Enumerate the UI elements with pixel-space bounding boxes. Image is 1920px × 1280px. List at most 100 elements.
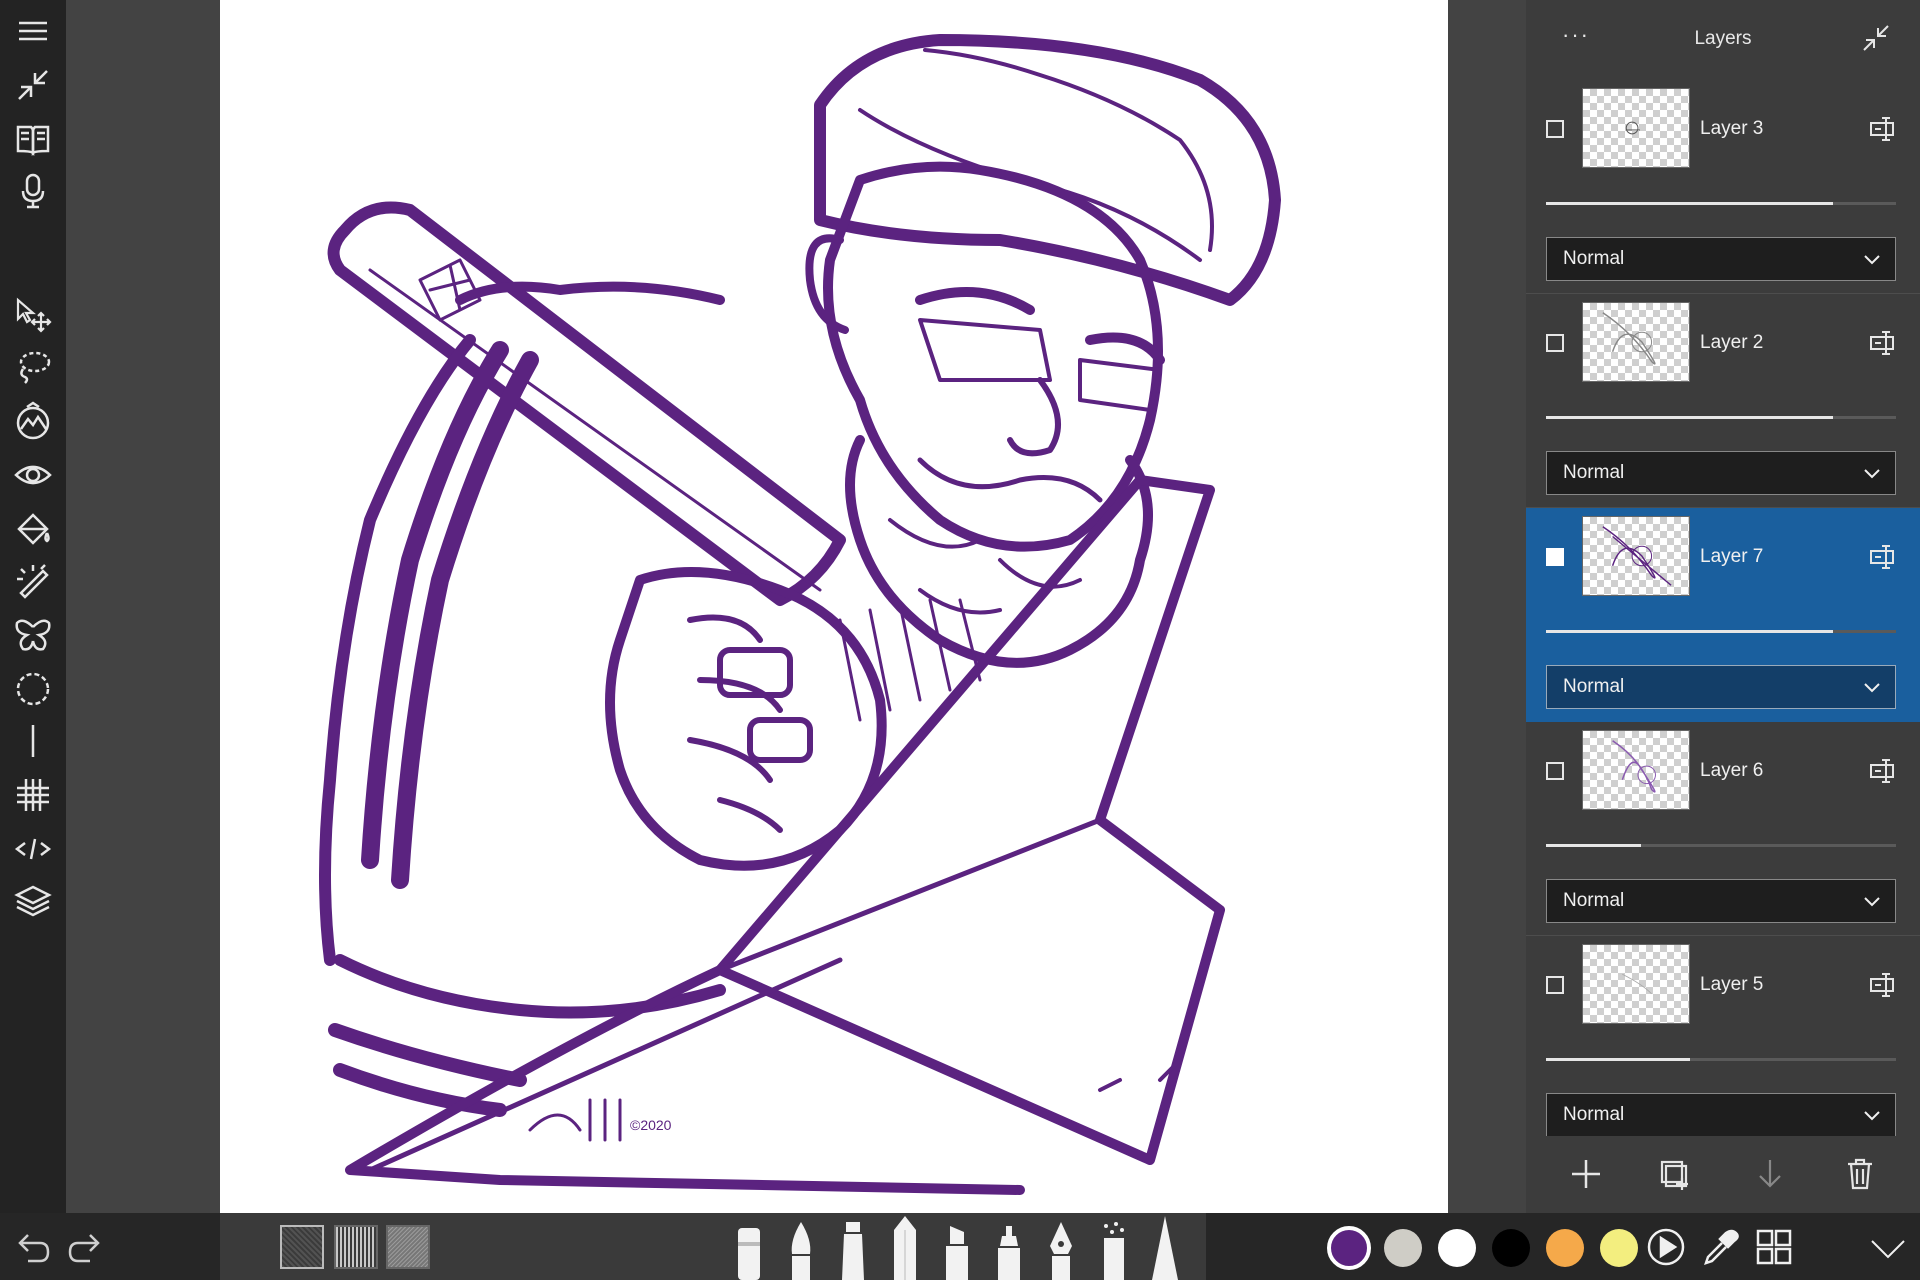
layer-name: Layer 3 <box>1700 118 1764 139</box>
texture-paper-3[interactable] <box>386 1225 430 1269</box>
delete-layer-icon[interactable] <box>1842 1156 1878 1192</box>
round-brush[interactable] <box>782 1220 820 1280</box>
adjustments-icon[interactable] <box>10 398 56 444</box>
texture-paper-2[interactable] <box>334 1225 378 1269</box>
duplicate-layer-icon[interactable] <box>1656 1156 1692 1192</box>
selection-icon[interactable] <box>10 666 56 712</box>
layers-header: ··· Layers <box>1526 0 1920 80</box>
chevron-down-icon <box>1864 897 1880 907</box>
blend-mode-value: Normal <box>1563 248 1625 269</box>
drawing-canvas[interactable]: ©2020 <box>220 0 1448 1213</box>
magic-wand-icon[interactable] <box>10 558 56 604</box>
add-layer-icon[interactable] <box>1568 1156 1604 1192</box>
layer-visibility-checkbox[interactable] <box>1546 762 1564 780</box>
layer-properties-icon[interactable] <box>1868 756 1898 786</box>
play-icon[interactable] <box>1646 1227 1686 1267</box>
transform-icon[interactable] <box>10 292 56 338</box>
layer-name: Layer 7 <box>1700 546 1764 567</box>
color-swatch[interactable] <box>1384 1229 1422 1267</box>
layer-visibility-checkbox[interactable] <box>1546 976 1564 994</box>
layer-row[interactable]: Layer 3 Normal <box>1526 80 1920 294</box>
layer-thumbnail[interactable] <box>1582 730 1690 810</box>
layer-thumbnail[interactable] <box>1582 302 1690 382</box>
expand-icon[interactable] <box>1868 1227 1908 1267</box>
layer-row[interactable]: Layer 5 Normal <box>1526 936 1920 1150</box>
color-swatch[interactable] <box>1600 1229 1638 1267</box>
blend-mode-dropdown[interactable]: Normal <box>1546 665 1896 709</box>
texture-strip <box>220 1213 720 1280</box>
menu-icon[interactable] <box>10 8 56 54</box>
blend-mode-dropdown[interactable]: Normal <box>1546 1093 1896 1137</box>
layer-properties-icon[interactable] <box>1868 328 1898 358</box>
layer-name: Layer 5 <box>1700 974 1764 995</box>
chevron-down-icon <box>1864 469 1880 479</box>
layer-opacity-slider[interactable] <box>1546 1058 1896 1061</box>
layer-properties-icon[interactable] <box>1868 542 1898 572</box>
visibility-icon[interactable] <box>10 452 56 498</box>
collapse-panel-icon[interactable] <box>1860 22 1892 54</box>
merge-down-icon[interactable] <box>1752 1156 1788 1192</box>
ruler-icon[interactable] <box>10 718 56 764</box>
brush-strip <box>716 1213 1206 1280</box>
svg-text:©2020: ©2020 <box>630 1117 672 1133</box>
layer-opacity-slider[interactable] <box>1546 202 1896 205</box>
layer-row[interactable]: Layer 6 Normal <box>1526 722 1920 936</box>
layer-opacity-slider[interactable] <box>1546 844 1896 847</box>
chisel-marker-brush[interactable] <box>938 1224 976 1280</box>
layer-thumbnail[interactable] <box>1582 88 1690 168</box>
blend-mode-dropdown[interactable]: Normal <box>1546 237 1896 281</box>
layer-properties-icon[interactable] <box>1868 114 1898 144</box>
layer-opacity-fill <box>1546 416 1833 419</box>
workspace: ©2020 <box>66 0 1526 1213</box>
layers-footer <box>1526 1136 1920 1213</box>
color-swatch[interactable] <box>1546 1229 1584 1267</box>
marker-brush[interactable] <box>730 1224 768 1280</box>
layers-icon[interactable] <box>10 878 56 924</box>
blend-mode-value: Normal <box>1563 462 1625 483</box>
color-grid-icon[interactable] <box>1754 1227 1794 1267</box>
perspective-icon[interactable] <box>10 826 56 872</box>
blend-mode-dropdown[interactable]: Normal <box>1546 451 1896 495</box>
layer-thumbnail[interactable] <box>1582 516 1690 596</box>
undo-icon[interactable] <box>12 1227 52 1267</box>
active-color-swatch[interactable] <box>1327 1226 1371 1270</box>
lasso-select-icon[interactable] <box>10 344 56 390</box>
spray-brush[interactable] <box>1094 1220 1132 1280</box>
left-toolbar <box>0 0 66 1213</box>
chevron-down-icon <box>1864 683 1880 693</box>
layer-thumbnail[interactable] <box>1582 944 1690 1024</box>
layer-visibility-checkbox[interactable] <box>1546 334 1564 352</box>
blend-mode-value: Normal <box>1563 1104 1625 1125</box>
layer-row[interactable]: Layer 2 Normal <box>1526 294 1920 508</box>
layer-opacity-fill <box>1546 202 1833 205</box>
collapse-icon[interactable] <box>10 62 56 108</box>
ink-brush[interactable] <box>834 1220 872 1280</box>
layer-row[interactable]: Layer 7 Normal <box>1526 508 1920 722</box>
grid-icon[interactable] <box>10 772 56 818</box>
layer-properties-icon[interactable] <box>1868 970 1898 1000</box>
redo-icon[interactable] <box>66 1227 106 1267</box>
microphone-icon[interactable] <box>10 168 56 214</box>
fill-icon[interactable] <box>10 506 56 552</box>
blend-mode-value: Normal <box>1563 676 1625 697</box>
layer-visibility-checkbox[interactable] <box>1546 120 1564 138</box>
felt-marker-brush[interactable] <box>990 1224 1028 1280</box>
chevron-down-icon <box>1864 255 1880 265</box>
chevron-down-icon <box>1864 1111 1880 1121</box>
layer-name: Layer 6 <box>1700 760 1764 781</box>
eyedropper-icon[interactable] <box>1700 1227 1740 1267</box>
layer-opacity-fill <box>1546 1058 1690 1061</box>
layer-opacity-fill <box>1546 844 1641 847</box>
fountain-pen-brush[interactable] <box>1042 1220 1080 1280</box>
symmetry-icon[interactable] <box>10 612 56 658</box>
cone-brush[interactable] <box>1146 1216 1184 1280</box>
layer-opacity-slider[interactable] <box>1546 630 1896 633</box>
layer-visibility-checkbox[interactable] <box>1546 548 1564 566</box>
blend-mode-dropdown[interactable]: Normal <box>1546 879 1896 923</box>
color-swatch[interactable] <box>1492 1229 1530 1267</box>
layer-opacity-slider[interactable] <box>1546 416 1896 419</box>
gallery-icon[interactable] <box>10 116 56 162</box>
pencil-brush[interactable] <box>886 1216 924 1280</box>
texture-paper-1[interactable] <box>280 1225 324 1269</box>
color-swatch[interactable] <box>1438 1229 1476 1267</box>
